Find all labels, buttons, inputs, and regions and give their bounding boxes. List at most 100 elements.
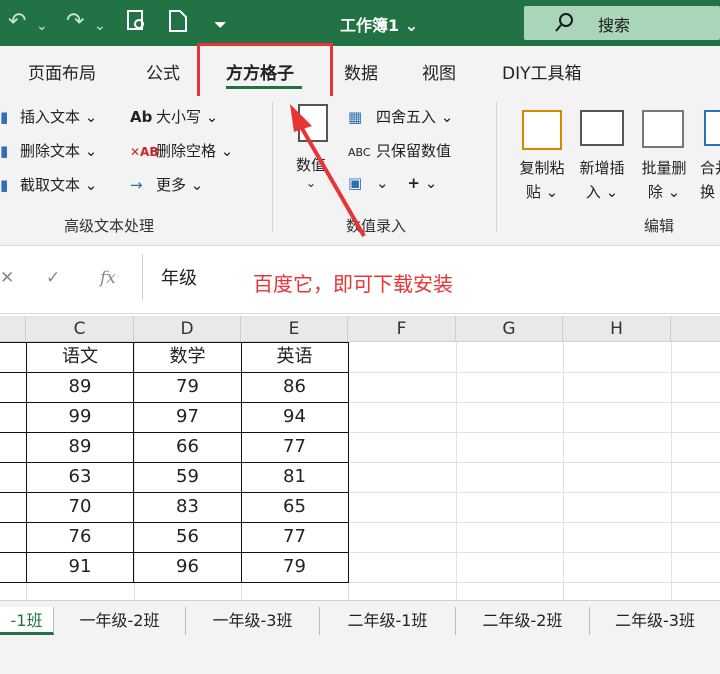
- sheet-tab[interactable]: 二年级-2班: [456, 607, 590, 635]
- batch-delete-icon: [642, 110, 684, 148]
- undo-icon[interactable]: ↶: [8, 9, 26, 35]
- plus-icon[interactable]: +: [407, 174, 420, 192]
- batch-delete-label-2: 除: [647, 183, 663, 201]
- tab-view[interactable]: 视图: [422, 59, 456, 84]
- column-header-f[interactable]: F: [348, 316, 456, 342]
- numeric-label: 数值: [296, 156, 327, 174]
- insert-text-label: 插入文本: [20, 108, 81, 126]
- annotation-text: 百度它，即可下载安装: [253, 272, 453, 296]
- insert-button[interactable]: 新增插 入 ⌄: [572, 156, 632, 204]
- group-label-edit: 编辑: [644, 217, 675, 235]
- tab-highlight-box: [197, 43, 333, 103]
- enter-icon[interactable]: ✓: [46, 268, 60, 288]
- delete-text-button[interactable]: ▮ 删除文本 ⌄: [0, 140, 97, 161]
- merge-icon: [704, 110, 720, 146]
- document-title-text: 工作簿1: [340, 16, 400, 35]
- group-label-numeric-entry: 数值录入: [346, 217, 407, 235]
- insert-function-icon[interactable]: fx: [100, 268, 116, 288]
- case-button[interactable]: Ab 大小写 ⌄: [130, 106, 218, 127]
- case-label: 大小写: [156, 108, 202, 126]
- column-header-h[interactable]: H: [563, 316, 671, 342]
- table-outline: [0, 522, 349, 552]
- numeric-icon: [298, 104, 328, 142]
- formula-bar: ✕ ✓ fx 年级 百度它，即可下载安装: [0, 246, 720, 314]
- search-icon: [554, 10, 576, 39]
- insert-icon: [580, 110, 624, 146]
- extract-text-label: 截取文本: [20, 176, 81, 194]
- new-file-icon[interactable]: [168, 9, 188, 40]
- round-button[interactable]: ▦ 四舍五入 ⌄: [348, 106, 453, 127]
- delete-text-icon: ▮: [0, 142, 9, 160]
- delete-text-label: 删除文本: [20, 142, 81, 160]
- redo-icon[interactable]: ↷: [66, 9, 84, 35]
- tab-formulas[interactable]: 公式: [146, 59, 180, 84]
- round-icon: ▦: [348, 108, 363, 126]
- undo-dropdown-icon[interactable]: ⌄: [36, 13, 48, 39]
- gridline: [671, 342, 672, 600]
- batch-delete-button[interactable]: 批量删 除 ⌄: [634, 156, 694, 204]
- remove-spaces-icon: ✕AB: [130, 145, 159, 159]
- sheet-tab-active[interactable]: -1班: [0, 607, 54, 635]
- more-button[interactable]: → 更多 ⌄: [130, 174, 203, 195]
- table-outline: [0, 552, 349, 583]
- redo-dropdown-icon[interactable]: ⌄: [94, 13, 106, 39]
- insert-label: 新增插: [579, 159, 625, 177]
- extract-text-button[interactable]: ▮ 截取文本 ⌄: [0, 174, 97, 195]
- case-icon: Ab: [130, 108, 153, 126]
- gridline: [563, 342, 564, 600]
- ribbon: ▮ 插入文本 ⌄ ▮ 删除文本 ⌄ ▮ 截取文本 ⌄ Ab 大小写 ⌄ ✕AB删除空格 …: [0, 96, 720, 246]
- numeric-dropdown-icon[interactable]: ⌄: [306, 176, 316, 190]
- edit-cell-icon: ▣: [348, 174, 363, 192]
- merge-button[interactable]: 合并 换: [700, 156, 720, 204]
- sheet-tab[interactable]: 一年级-2班: [54, 607, 186, 635]
- copy-paste-label: 复制粘: [519, 159, 565, 177]
- cancel-icon[interactable]: ✕: [0, 268, 14, 288]
- column-header-g[interactable]: G: [456, 316, 563, 342]
- print-preview-icon[interactable]: [126, 9, 148, 40]
- insert-text-button[interactable]: ▮ 插入文本 ⌄: [0, 106, 97, 127]
- sheet-tab[interactable]: 二年级-3班: [590, 607, 720, 635]
- customize-toolbar-icon[interactable]: ⏷: [214, 12, 227, 38]
- column-header-i[interactable]: [671, 316, 720, 342]
- formula-input[interactable]: 年级 百度它，即可下载安装: [142, 254, 720, 300]
- merge-label-2: 换: [700, 183, 716, 201]
- worksheet-grid[interactable]: C D E F G H 语文 数学 英语 89 79 86 99 97 94 8…: [0, 316, 720, 600]
- gridline: [456, 342, 457, 600]
- group-label-text-processing: 高级文本处理: [64, 217, 155, 235]
- search-box[interactable]: 搜索: [524, 6, 720, 40]
- column-header-d[interactable]: D: [134, 316, 241, 342]
- keep-numbers-button[interactable]: ABC 只保留数值: [348, 140, 451, 161]
- copy-paste-icon: [522, 110, 562, 150]
- abc-icon: ABC: [348, 146, 371, 159]
- tab-page-layout[interactable]: 页面布局: [28, 59, 96, 84]
- insert-text-icon: ▮: [0, 108, 9, 126]
- numeric-button[interactable]: 数值: [296, 154, 326, 175]
- extract-text-icon: ▮: [0, 176, 9, 194]
- insert-label-2: 入: [585, 183, 601, 201]
- column-header-c[interactable]: C: [26, 316, 134, 342]
- table-outline: [0, 462, 349, 492]
- column-header-b[interactable]: [0, 316, 26, 342]
- sheet-tabs: -1班 一年级-2班 一年级-3班 二年级-1班 二年级-2班 二年级-3班: [0, 600, 720, 674]
- title-dropdown-icon: ⌄: [404, 16, 419, 35]
- tab-diy-toolbox[interactable]: DIY工具箱: [502, 59, 582, 84]
- copy-paste-button[interactable]: 复制粘 贴 ⌄: [512, 156, 572, 204]
- sheet-tab[interactable]: 一年级-3班: [186, 607, 320, 635]
- table-outline: [0, 402, 349, 432]
- tab-data[interactable]: 数据: [344, 59, 378, 84]
- remove-spaces-button[interactable]: ✕AB删除空格 ⌄: [130, 140, 233, 161]
- more-label: 更多: [156, 176, 187, 194]
- copy-paste-label-2: 贴: [525, 183, 541, 201]
- title-bar: ↶ ⌄ ↷ ⌄ ⏷ 工作簿1 ⌄ 搜索: [0, 0, 720, 46]
- table-outline: [0, 372, 349, 402]
- group-separator: [496, 102, 497, 232]
- edit-cell-button[interactable]: ▣ ⌄ + ⌄: [348, 174, 437, 192]
- sheet-tab[interactable]: 二年级-1班: [320, 607, 456, 635]
- formula-value: 年级: [161, 268, 197, 289]
- remove-spaces-label: 删除空格: [156, 142, 217, 160]
- column-header-e[interactable]: E: [241, 316, 348, 342]
- document-title[interactable]: 工作簿1 ⌄: [340, 12, 418, 36]
- table-outline: [0, 492, 349, 522]
- group-separator: [272, 102, 273, 232]
- round-label: 四舍五入: [376, 108, 437, 126]
